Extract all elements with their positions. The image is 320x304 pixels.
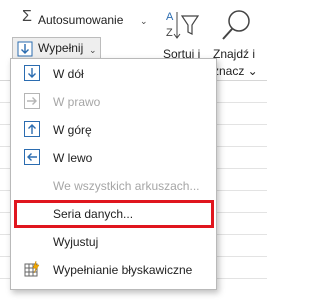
find-select-button[interactable]: Znajdź i znacz ⌄: [210, 8, 267, 78]
fill-label: Wypełnij: [38, 41, 84, 55]
menu-item-across-worksheets[interactable]: We wszystkich arkuszach...: [12, 173, 215, 199]
menu-item-fill-left[interactable]: W lewo: [12, 145, 215, 171]
arrow-down-icon: [24, 65, 40, 81]
chevron-down-icon: ⌄: [89, 45, 97, 55]
menu-item-justify[interactable]: Wyjustuj: [12, 229, 215, 255]
fill-button[interactable]: Wypełnij ⌄: [12, 37, 101, 59]
find-label-line2: znacz ⌄: [213, 64, 258, 78]
sort-filter-icon: A Z: [166, 8, 200, 48]
sigma-icon: Σ: [22, 8, 32, 25]
magnifier-icon: [220, 8, 252, 48]
menu-item-fill-right[interactable]: W prawo: [12, 89, 215, 115]
menu-item-label: W lewo: [53, 151, 93, 165]
menu-item-label: W dół: [53, 67, 84, 81]
fill-dropdown-menu: W dół W prawo W górę W lewo We wszystkic…: [10, 58, 217, 290]
autosum-label: Autosumowanie: [38, 13, 124, 27]
menu-item-label: W górę: [53, 123, 92, 137]
menu-item-flash-fill[interactable]: Wypełnianie błyskawiczne: [12, 257, 215, 283]
menu-item-label: We wszystkich arkuszach...: [53, 179, 200, 193]
find-label-line1: Znajdź i: [213, 47, 256, 61]
flash-fill-icon: [24, 260, 40, 277]
menu-item-label: Wyjustuj: [53, 235, 99, 249]
highlight-frame: [14, 200, 214, 228]
svg-text:Z: Z: [166, 27, 173, 39]
arrow-up-icon: [24, 121, 40, 137]
menu-item-label: Wypełnianie błyskawiczne: [53, 263, 193, 277]
svg-text:A: A: [166, 11, 174, 23]
menu-item-fill-down[interactable]: W dół: [12, 61, 215, 87]
chevron-down-icon: ⌄: [140, 16, 148, 26]
arrow-right-icon: [24, 93, 40, 109]
arrow-left-icon: [24, 149, 40, 165]
menu-item-fill-up[interactable]: W górę: [12, 117, 215, 143]
menu-item-label: W prawo: [53, 95, 101, 109]
